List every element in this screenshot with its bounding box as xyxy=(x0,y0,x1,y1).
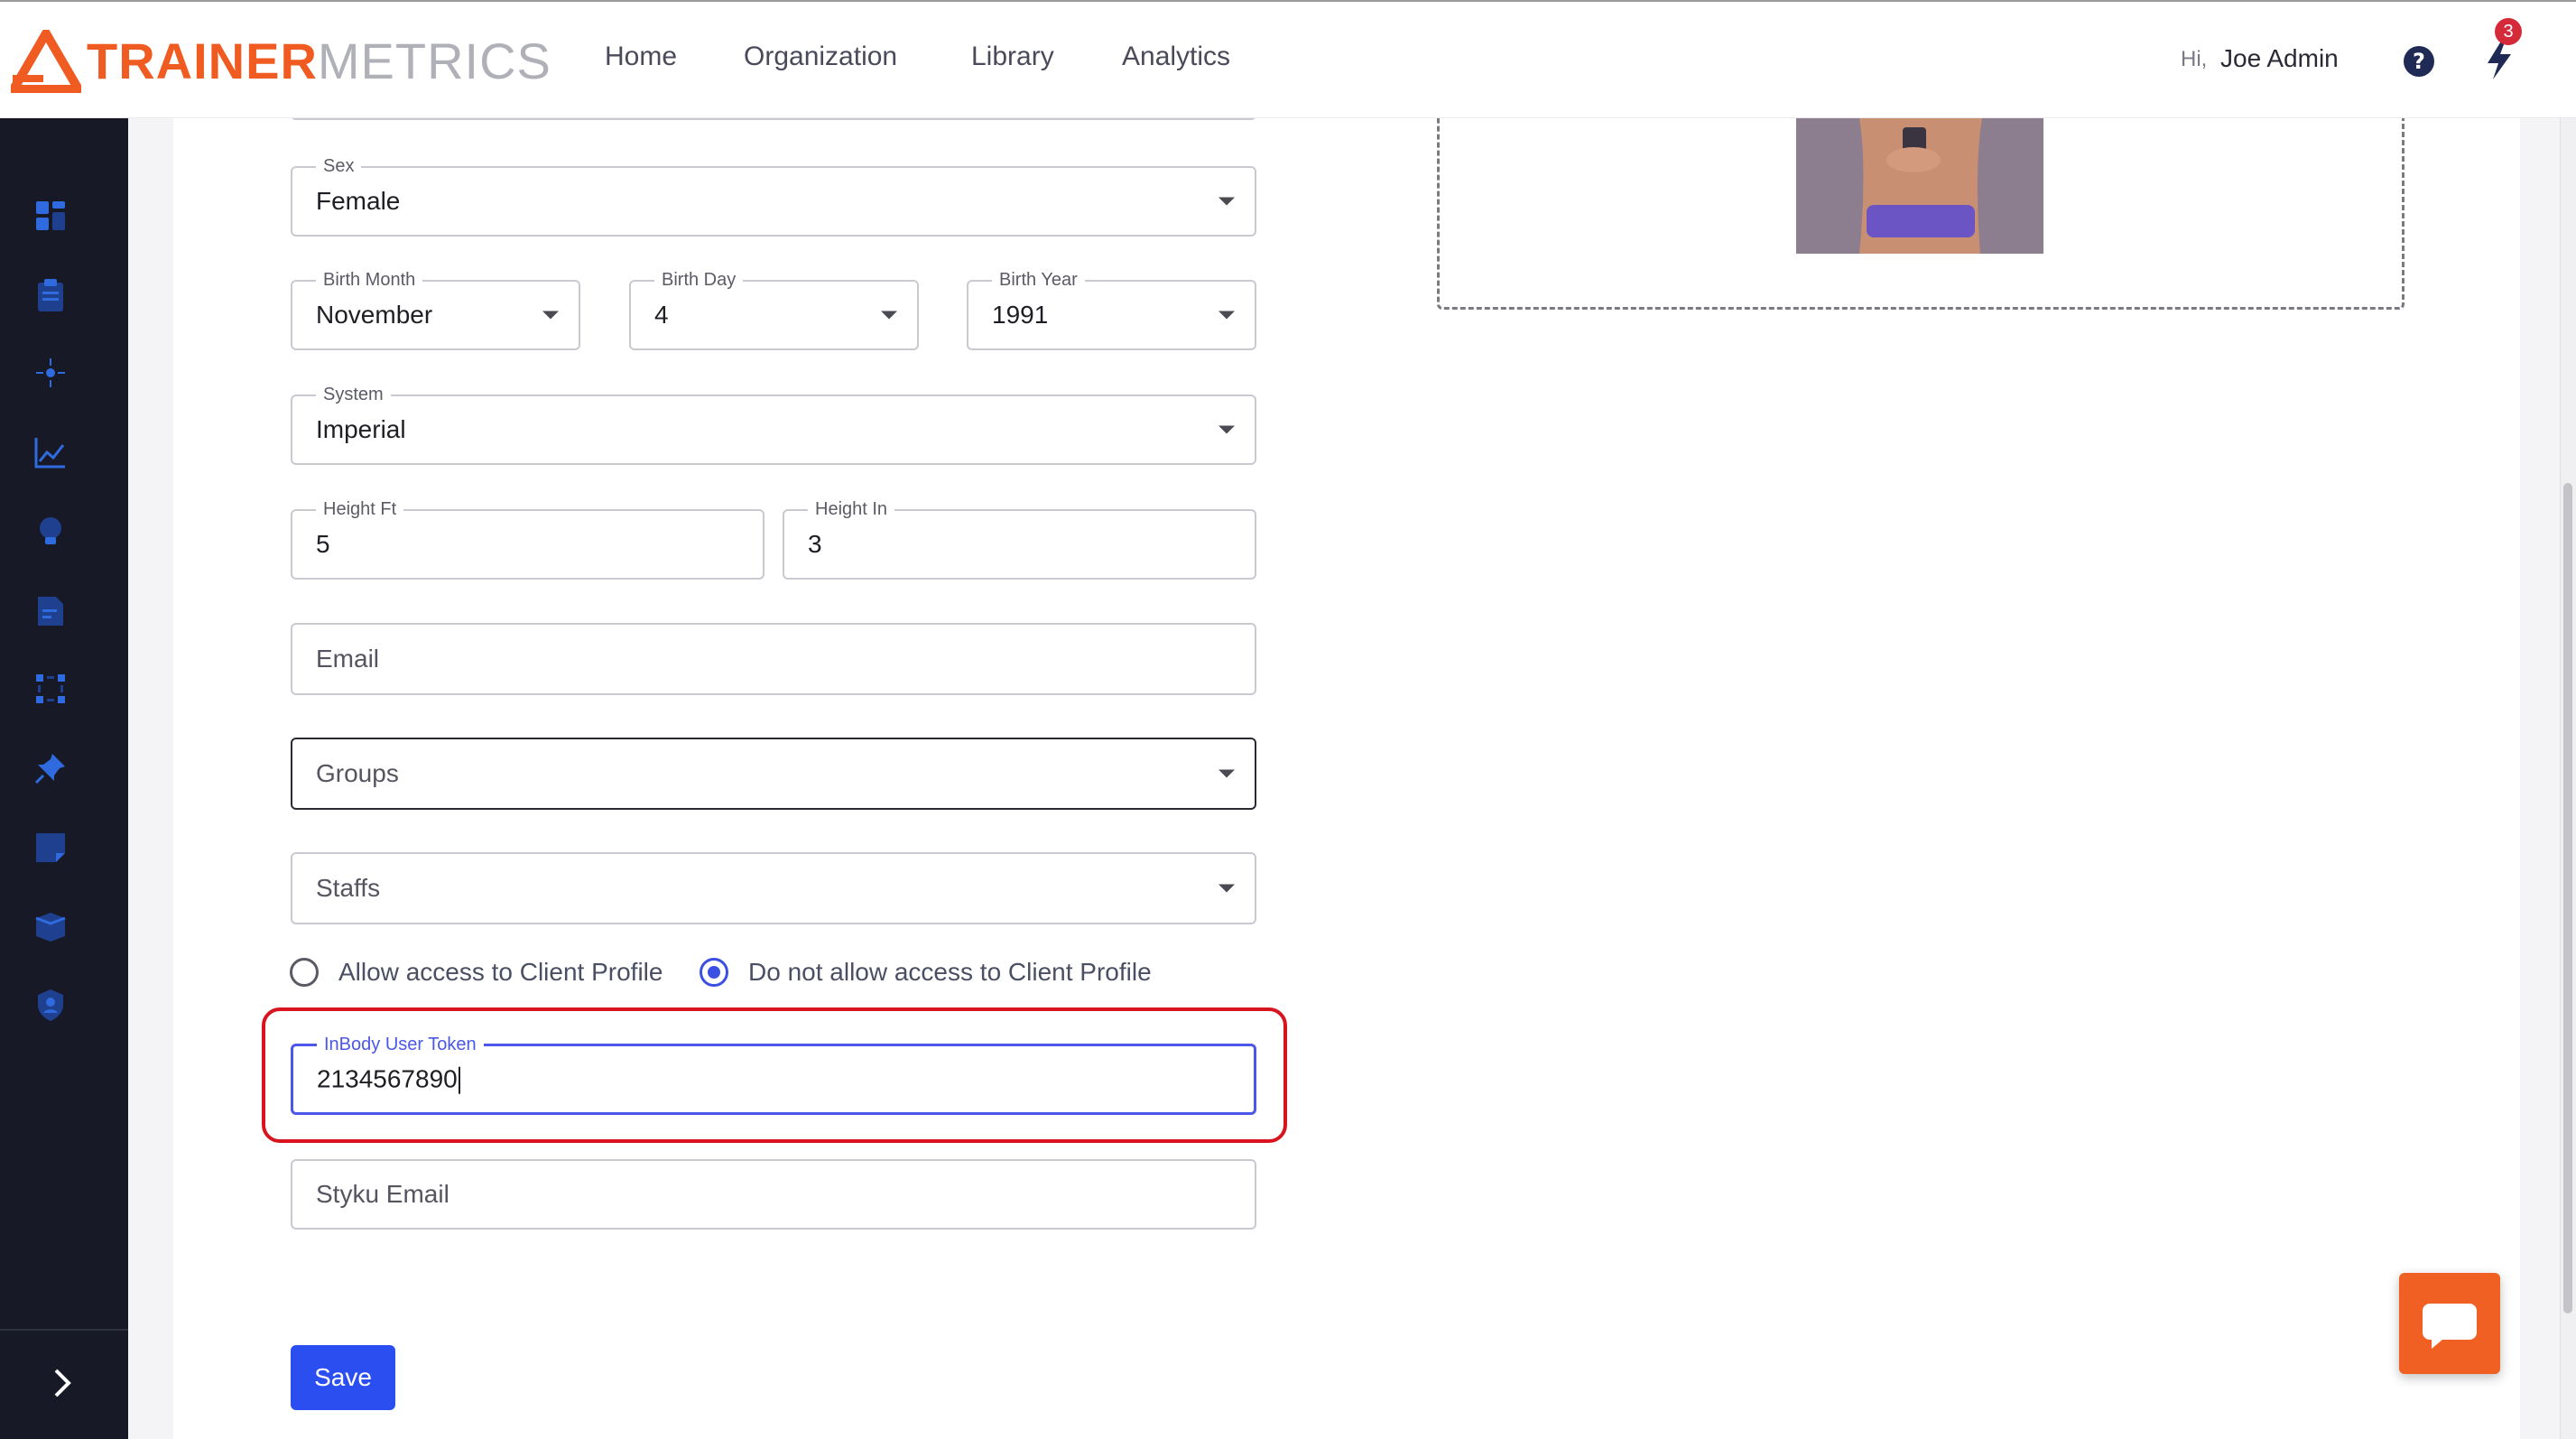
nav-organization[interactable]: Organization xyxy=(744,42,897,72)
birth-day-label: Birth Day xyxy=(654,269,744,291)
note-icon[interactable] xyxy=(32,830,69,866)
allow-access-radio[interactable] xyxy=(290,958,319,987)
chevron-down-icon xyxy=(1219,769,1235,778)
brand-name-bold: TRAINER xyxy=(87,32,318,89)
birth-year-select[interactable]: Birth Year 1991 xyxy=(967,269,1256,350)
chat-bubble-icon xyxy=(2423,1304,2477,1349)
birth-month-select[interactable]: Birth Month November xyxy=(291,269,580,350)
height-in-label: Height In xyxy=(808,498,895,520)
inbody-token-input-value: 2134567890 xyxy=(317,1064,460,1094)
staffs-placeholder: Staffs xyxy=(316,874,381,902)
box-icon[interactable] xyxy=(32,907,69,943)
height-ft-field[interactable]: Height Ft 5 xyxy=(291,498,764,580)
clipboard-icon[interactable] xyxy=(32,277,69,313)
client-photo xyxy=(1796,118,2043,254)
birth-month-value: November xyxy=(316,301,433,329)
email-placeholder: Email xyxy=(316,645,380,673)
sex-label: Sex xyxy=(316,155,362,177)
chevron-down-icon xyxy=(1219,425,1235,434)
height-ft-label: Height Ft xyxy=(316,498,404,520)
save-button[interactable]: Save xyxy=(291,1345,395,1410)
text-cursor xyxy=(458,1066,460,1094)
top-navigation-bar: TRAINERMETRICS Home Organization Library… xyxy=(0,0,2576,118)
birth-year-value: 1991 xyxy=(992,301,1049,329)
height-in-value: 3 xyxy=(808,530,822,558)
chevron-down-icon xyxy=(1219,311,1235,320)
nav-analytics[interactable]: Analytics xyxy=(1122,42,1230,72)
question-circle-icon[interactable]: ? xyxy=(2403,45,2435,78)
document-icon[interactable] xyxy=(32,593,69,629)
deny-access-label[interactable]: Do not allow access to Client Profile xyxy=(748,958,1152,987)
chat-widget-button[interactable] xyxy=(2399,1273,2500,1374)
settings-icon[interactable] xyxy=(32,355,69,391)
chevron-down-icon xyxy=(542,311,559,320)
allow-access-option[interactable]: Allow access to Client Profile xyxy=(290,955,663,989)
groups-placeholder: Groups xyxy=(316,759,399,787)
greeting-text: Hi, xyxy=(2181,47,2208,71)
brand-name: TRAINERMETRICS xyxy=(87,36,551,87)
client-photo-image xyxy=(1796,118,2043,254)
system-label: System xyxy=(316,384,391,405)
nav-home[interactable]: Home xyxy=(605,42,677,72)
styku-email-field[interactable]: Styku Email xyxy=(291,1159,1256,1230)
brand-logo[interactable]: TRAINERMETRICS xyxy=(11,25,551,97)
inbody-token-label: InBody User Token xyxy=(317,1034,484,1055)
svg-text:?: ? xyxy=(2413,49,2425,74)
shield-user-icon[interactable] xyxy=(32,987,69,1023)
birth-month-label: Birth Month xyxy=(316,269,423,291)
deny-access-option[interactable]: Do not allow access to Client Profile xyxy=(700,955,1152,989)
user-menu[interactable]: Joe Admin xyxy=(2220,44,2339,73)
deny-access-radio[interactable] xyxy=(700,958,728,987)
styku-email-placeholder: Styku Email xyxy=(316,1180,449,1208)
birth-year-label: Birth Year xyxy=(992,269,1085,291)
chart-line-icon[interactable] xyxy=(32,434,69,470)
logo-triangle-icon xyxy=(11,30,81,93)
sex-select[interactable]: Sex Female xyxy=(291,155,1256,237)
chevron-down-icon xyxy=(1219,197,1235,206)
birth-day-value: 4 xyxy=(654,301,669,329)
birth-day-select[interactable]: Birth Day 4 xyxy=(629,269,919,350)
staffs-select[interactable]: Staffs xyxy=(291,852,1256,924)
system-value: Imperial xyxy=(316,415,406,443)
dashboard-icon[interactable] xyxy=(32,198,69,234)
groups-select[interactable]: Groups xyxy=(291,738,1256,810)
email-field[interactable]: Email xyxy=(291,623,1256,695)
inbody-token-value: 2134567890 xyxy=(317,1064,458,1093)
notification-badge: 3 xyxy=(2495,18,2522,45)
sidebar xyxy=(0,118,128,1439)
brand-name-light: METRICS xyxy=(317,32,551,89)
pin-icon[interactable] xyxy=(32,750,69,786)
height-in-field[interactable]: Height In 3 xyxy=(783,498,1256,580)
scrollbar-thumb[interactable] xyxy=(2563,483,2572,1314)
lightbulb-icon[interactable] xyxy=(32,514,69,550)
sidebar-divider xyxy=(0,1329,128,1331)
chevron-right-icon[interactable] xyxy=(43,1365,79,1401)
allow-access-label[interactable]: Allow access to Client Profile xyxy=(338,958,663,987)
nav-library[interactable]: Library xyxy=(971,42,1054,72)
system-select[interactable]: System Imperial xyxy=(291,384,1256,465)
chevron-down-icon xyxy=(881,311,897,320)
inbody-token-field[interactable]: InBody User Token 2134567890 xyxy=(291,1034,1256,1115)
grid-dots-icon[interactable] xyxy=(32,671,69,707)
sex-value: Female xyxy=(316,187,401,215)
height-ft-value: 5 xyxy=(316,530,330,558)
chevron-down-icon xyxy=(1219,884,1235,893)
